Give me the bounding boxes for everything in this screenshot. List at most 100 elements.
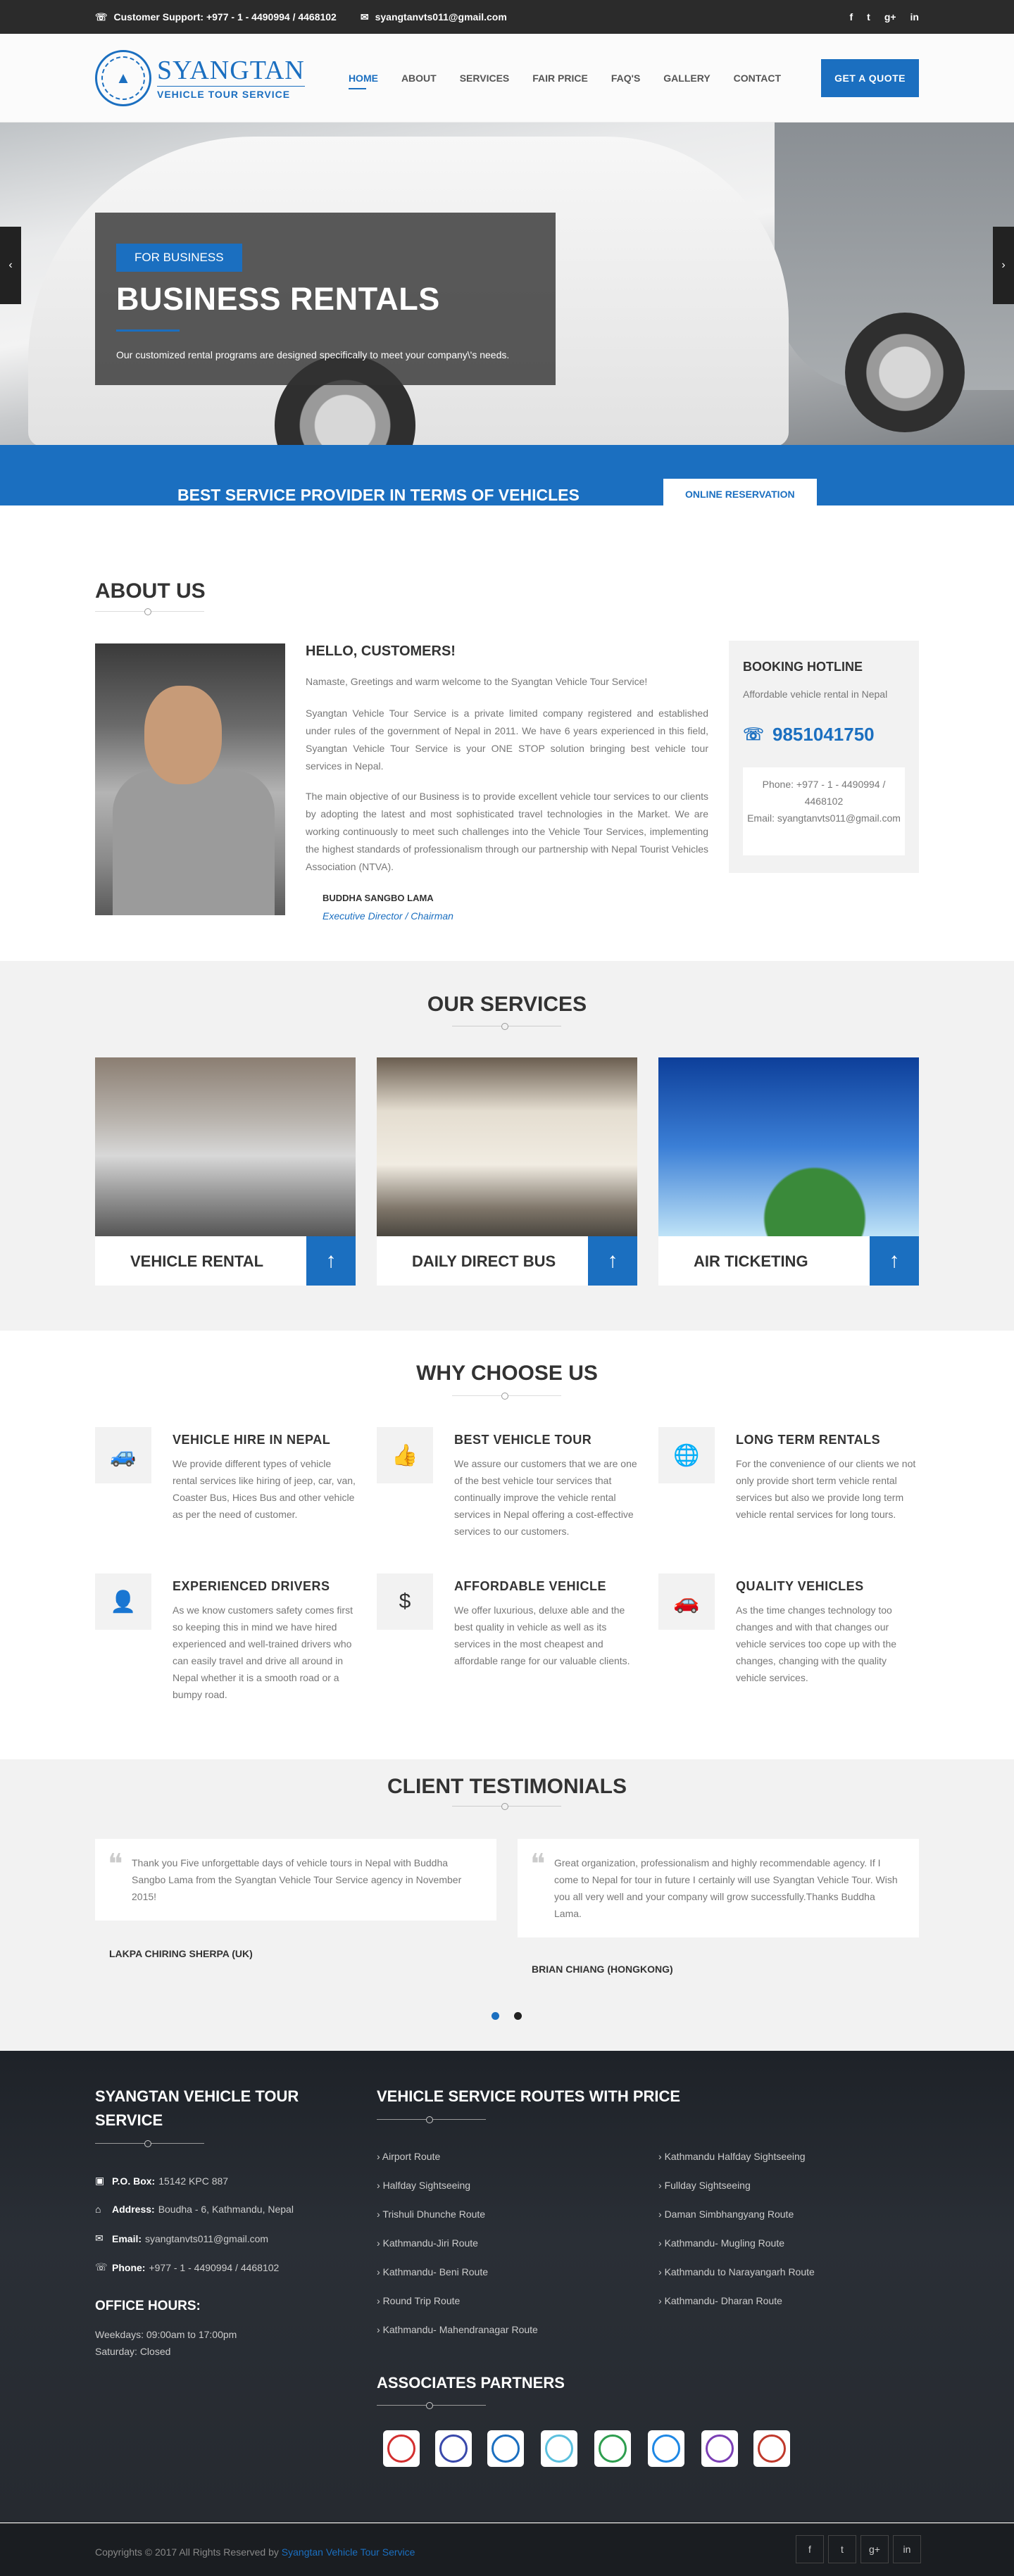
- service-label: AIR TICKETING: [694, 1252, 808, 1270]
- carousel-dot[interactable]: [514, 2012, 522, 2020]
- route-name: Kathmandu to Narayangarh Route: [664, 2266, 815, 2277]
- arrow-up-icon[interactable]: ↑: [588, 1236, 637, 1286]
- route-link[interactable]: › Kathmandu- Dharan Route: [658, 2295, 782, 2306]
- title-divider: [452, 1393, 561, 1400]
- booking-hotline-card: BOOKING HOTLINE Affordable vehicle renta…: [729, 641, 919, 873]
- nav-home[interactable]: HOME: [348, 73, 378, 89]
- route-link[interactable]: › Halfday Sightseeing: [377, 2180, 470, 2191]
- home-icon: ⌂: [95, 2204, 101, 2215]
- facebook-icon[interactable]: f: [796, 2535, 824, 2563]
- hotline-title: BOOKING HOTLINE: [743, 660, 863, 674]
- twitter-icon[interactable]: t: [828, 2535, 856, 2563]
- route-name: Kathmandu-Jiri Route: [382, 2237, 478, 2249]
- hotline-phone-line-1: Phone: +977 - 1 - 4490994 /: [762, 779, 886, 790]
- partner-logo[interactable]: [753, 2430, 790, 2467]
- route-link[interactable]: › Round Trip Route: [377, 2295, 460, 2306]
- hero-divider: [116, 329, 180, 332]
- route-link[interactable]: › Kathmandu- Beni Route: [377, 2266, 488, 2277]
- facebook-icon[interactable]: f: [849, 11, 853, 23]
- google-plus-icon[interactable]: g+: [884, 11, 896, 23]
- footer-pobox: ▣ P.O. Box: 15142 KPC 887: [95, 2175, 228, 2187]
- linkedin-icon[interactable]: in: [910, 11, 919, 23]
- email-value[interactable]: syangtanvts011@gmail.com: [145, 2233, 268, 2244]
- hero-tag: FOR BUSINESS: [116, 244, 242, 272]
- route-link[interactable]: › Daman Simbhangyang Route: [658, 2209, 794, 2220]
- partner-logo[interactable]: [435, 2430, 472, 2467]
- services-section: OUR SERVICES VEHICLE RENTAL ↑ DAILY DIREC…: [0, 961, 1014, 1331]
- partner-logo[interactable]: [701, 2430, 738, 2467]
- route-link[interactable]: › Kathmandu Halfday Sightseeing: [658, 2151, 806, 2162]
- arrow-up-icon[interactable]: ↑: [870, 1236, 919, 1286]
- pobox-label: P.O. Box:: [112, 2175, 156, 2187]
- google-plus-icon[interactable]: g+: [860, 2535, 889, 2563]
- nav-services[interactable]: SERVICES: [460, 73, 510, 84]
- service-card-air-ticketing[interactable]: AIR TICKETING ↑: [658, 1057, 919, 1286]
- service-card-daily-bus[interactable]: DAILY DIRECT BUS ↑: [377, 1057, 637, 1286]
- route-link[interactable]: › Airport Route: [377, 2151, 440, 2162]
- testimonials-title: CLIENT TESTIMONIALS: [387, 1775, 627, 1798]
- hotline-subtitle: Affordable vehicle rental in Nepal: [743, 689, 888, 700]
- feature-title: EXPERIENCED DRIVERS: [173, 1579, 330, 1593]
- nav-about[interactable]: ABOUT: [401, 73, 437, 84]
- car-icon: 🚗: [658, 1573, 715, 1630]
- feature-drivers: 👤 EXPERIENCED DRIVERS As we know custome…: [95, 1573, 356, 1714]
- daily-bus-image: [377, 1057, 637, 1236]
- feature-desc: For the convenience of our clients we no…: [736, 1458, 916, 1520]
- partner-logo[interactable]: [594, 2430, 631, 2467]
- route-link[interactable]: › Fullday Sightseeing: [658, 2180, 751, 2191]
- testimonial-author: LAKPA CHIRING SHERPA (UK): [109, 1948, 253, 1959]
- partner-logo[interactable]: [487, 2430, 524, 2467]
- photo-detail: [113, 770, 275, 915]
- footer-address: ⌂ Address: Boudha - 6, Kathmandu, Nepal: [95, 2204, 294, 2215]
- hotline-phone-line-2: 4468102: [804, 796, 844, 807]
- footer-phone: ☏ Phone: +977 - 1 - 4490994 / 4468102: [95, 2261, 279, 2273]
- twitter-icon[interactable]: t: [867, 11, 870, 23]
- feature-title: LONG TERM RENTALS: [736, 1433, 881, 1447]
- partner-logo[interactable]: [648, 2430, 684, 2467]
- hotline-email: Email: syangtanvts011@gmail.com: [747, 812, 901, 824]
- dollar-icon: $: [377, 1573, 433, 1630]
- feature-desc: We provide different types of vehicle re…: [173, 1458, 356, 1520]
- service-card-vehicle-rental[interactable]: VEHICLE RENTAL ↑: [95, 1057, 356, 1286]
- route-link[interactable]: › Kathmandu to Narayangarh Route: [658, 2266, 815, 2277]
- email-label: Email:: [112, 2232, 142, 2244]
- about-title: ABOUT US: [95, 579, 206, 603]
- nav-faqs[interactable]: FAQ'S: [611, 73, 640, 84]
- title-divider: [452, 1803, 561, 1810]
- phone-icon: ☏: [95, 2261, 108, 2273]
- logo[interactable]: ▲ SYANGTAN VEHICLE TOUR SERVICE: [95, 50, 305, 106]
- carousel-dot-active[interactable]: [492, 2012, 499, 2020]
- route-link[interactable]: › Trishuli Dhunche Route: [377, 2209, 485, 2220]
- partner-logo[interactable]: [541, 2430, 577, 2467]
- nav-fair-price[interactable]: FAIR PRICE: [532, 73, 588, 84]
- route-name: Kathmandu- Mahendranagar Route: [382, 2324, 538, 2335]
- nav-contact[interactable]: CONTACT: [734, 73, 781, 84]
- slider-prev-button[interactable]: ‹: [0, 227, 21, 304]
- arrow-up-icon[interactable]: ↑: [306, 1236, 356, 1286]
- get-quote-button[interactable]: GET A QUOTE: [821, 59, 919, 97]
- copyright-link[interactable]: Syangtan Vehicle Tour Service: [282, 2546, 415, 2558]
- route-name: Trishuli Dhunche Route: [382, 2209, 486, 2220]
- wheel-graphic: [845, 313, 965, 432]
- footer-divider: [95, 2140, 204, 2147]
- feature-best-tour: 👍 BEST VEHICLE TOUR We assure our custom…: [377, 1427, 637, 1554]
- logo-title: SYANGTAN: [157, 56, 305, 85]
- route-link[interactable]: › Kathmandu- Mugling Route: [658, 2237, 784, 2249]
- photo-detail: [144, 686, 222, 784]
- linkedin-icon[interactable]: in: [893, 2535, 921, 2563]
- hotline-number: 9851041750: [772, 724, 875, 745]
- route-link[interactable]: › Kathmandu- Mahendranagar Route: [377, 2324, 538, 2335]
- about-paragraph-3: The main objective of our Business is to…: [306, 791, 708, 872]
- hotline-phone[interactable]: ☏ 9851041750: [743, 724, 875, 746]
- online-reservation-button[interactable]: ONLINE RESERVATION: [663, 479, 817, 510]
- office-hours-title: OFFICE HOURS:: [95, 2299, 201, 2313]
- partner-logo[interactable]: [383, 2430, 420, 2467]
- topbar-email[interactable]: syangtanvts011@gmail.com: [375, 11, 507, 23]
- route-name: Daman Simbhangyang Route: [664, 2209, 794, 2220]
- slider-next-button[interactable]: ›: [993, 227, 1014, 304]
- route-link[interactable]: › Kathmandu-Jiri Route: [377, 2237, 478, 2249]
- feature-desc: We offer luxurious, deluxe able and the …: [454, 1604, 630, 1666]
- nav-gallery[interactable]: GALLERY: [663, 73, 710, 84]
- footer-divider: [377, 2116, 486, 2123]
- logo-seal-icon: ▲: [95, 50, 151, 106]
